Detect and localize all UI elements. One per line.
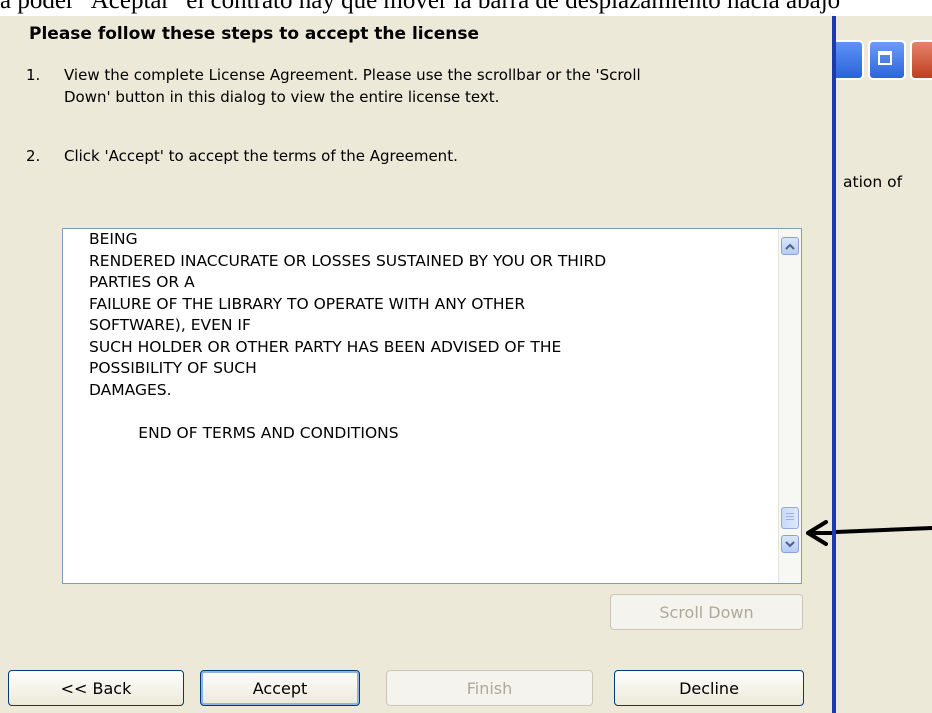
- dialog-heading: Please follow these steps to accept the …: [29, 24, 479, 44]
- step-text-line: View the complete License Agreement. Ple…: [64, 66, 641, 84]
- window-controls: [836, 40, 932, 82]
- maximize-icon[interactable]: [868, 40, 906, 80]
- vertical-scrollbar[interactable]: [778, 229, 801, 583]
- step-text-line: Down' button in this dialog to view the …: [64, 88, 500, 106]
- license-dialog: Please follow these steps to accept the …: [0, 16, 832, 713]
- scroll-down-arrow-button[interactable]: [781, 535, 799, 553]
- finish-button[interactable]: Finish: [386, 670, 593, 706]
- background-window: ation of: [832, 16, 932, 713]
- license-text: BEING RENDERED INACCURATE OR LOSSES SUST…: [89, 230, 607, 442]
- arrow-left-icon: [806, 520, 832, 546]
- scrollbar-thumb[interactable]: [781, 507, 799, 529]
- scroll-up-button[interactable]: [781, 237, 799, 255]
- accept-button[interactable]: Accept: [200, 670, 360, 706]
- background-window-text: ation of: [843, 173, 903, 191]
- chevron-down-icon: [785, 540, 795, 547]
- license-text-area[interactable]: BEING RENDERED INACCURATE OR LOSSES SUST…: [62, 228, 802, 584]
- scroll-down-button[interactable]: Scroll Down: [610, 594, 803, 630]
- annotation-arrow-icon: [836, 526, 932, 534]
- chevron-up-icon: [785, 243, 795, 250]
- close-icon[interactable]: [910, 40, 932, 80]
- step-number: 2.: [26, 147, 41, 165]
- step-text-line: Click 'Accept' to accept the terms of th…: [64, 147, 458, 165]
- caption-text: a poder "Aceptar" el contrato hay que mo…: [0, 0, 841, 14]
- decline-button[interactable]: Decline: [614, 670, 804, 706]
- back-button[interactable]: << Back: [8, 670, 184, 706]
- step-number: 1.: [26, 66, 41, 84]
- minimize-icon[interactable]: [836, 40, 864, 80]
